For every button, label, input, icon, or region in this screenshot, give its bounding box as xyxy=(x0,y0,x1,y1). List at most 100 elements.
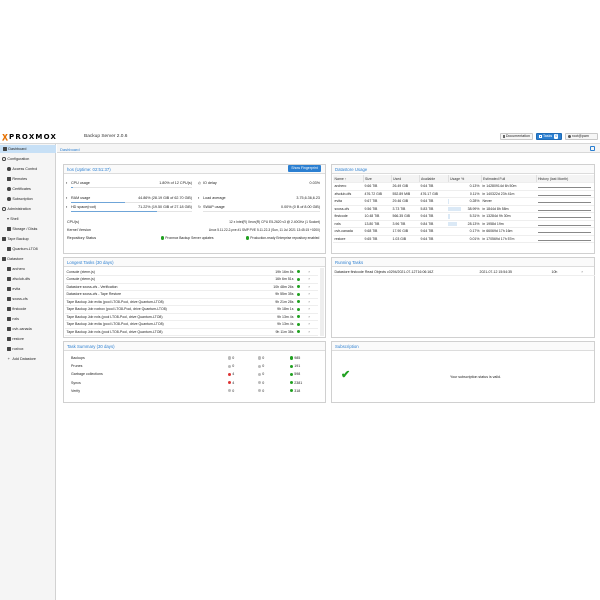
table-row[interactable]: Tape Backup Job evita (pool LTO8-Pool, d… xyxy=(65,320,318,329)
sidebar-item-datastore-evita[interactable]: evita xyxy=(0,285,56,293)
chevron-right-icon[interactable]: › xyxy=(307,313,318,321)
summary-count-errors[interactable]: 4 xyxy=(228,372,234,376)
sidebar-item-dashboard[interactable]: Dashboard xyxy=(0,145,56,153)
cell-usage: 0.11% xyxy=(448,190,481,198)
summary-count-errors[interactable]: 0 xyxy=(228,356,234,360)
summary-row[interactable]: Verify 0 0 318 xyxy=(64,388,326,395)
datastore-usage-title: Datastore Usage xyxy=(335,166,368,172)
summary-row[interactable]: Prunes 0 0 191 xyxy=(64,363,326,370)
summary-count-warnings[interactable]: 0 xyxy=(258,356,264,360)
table-row[interactable]: Console (xterm.js) 16h 6m 51s › xyxy=(65,275,318,284)
table-row[interactable]: Tape Backup Job nxls (pool LTO8-Pool, dr… xyxy=(65,313,318,321)
host-status-header: hos (Uptime: 02:51:37) xyxy=(64,165,325,174)
sidebar-item-quantum-lto8[interactable]: Quantum-LTO8 xyxy=(0,245,56,253)
cell-history-sparkline xyxy=(536,227,594,236)
ram-label: RAM usage xyxy=(71,196,91,200)
chevron-right-icon[interactable]: › xyxy=(307,275,318,284)
longest-tasks-scrollbar[interactable] xyxy=(320,268,324,336)
sidebar-item-configuration[interactable]: Configuration xyxy=(0,155,56,163)
sidebar-item-datastore[interactable]: Datastore xyxy=(0,255,56,263)
summary-count-ok[interactable]: 985 xyxy=(290,356,300,360)
summary-count-warnings[interactable]: 0 xyxy=(258,372,264,376)
table-row[interactable]: evita 9.67 TiB 29.46 GiB 9.64 TiB 0.28% Never xyxy=(333,197,594,206)
column-header[interactable]: Used xyxy=(391,175,420,183)
summary-row[interactable]: Garbage collections 4 0 598 xyxy=(64,371,326,378)
chevron-right-icon[interactable]: › xyxy=(580,268,595,276)
sidebar-item-access-control[interactable]: Access Control xyxy=(0,165,56,173)
sidebar-item-shell[interactable]: Shell xyxy=(0,215,56,223)
help-icon[interactable] xyxy=(590,146,595,151)
table-row[interactable]: nxls 13.80 TiB 3.96 TiB 9.84 TiB 28.13% in 19… xyxy=(333,220,594,228)
chevron-right-icon[interactable]: › xyxy=(307,268,318,276)
sidebar-item-datastore-roxbox[interactable]: roxbox xyxy=(0,345,56,353)
status-ok-icon xyxy=(295,268,307,276)
chevron-right-icon[interactable]: › xyxy=(307,290,318,299)
sidebar-item-remotes[interactable]: Remotes xyxy=(0,175,56,183)
table-row[interactable]: Tape Backup Job evita (pool LTO8-Pool, d… xyxy=(65,335,318,337)
summary-count-errors[interactable]: 0 xyxy=(228,364,234,368)
sidebar-item-tape-backup[interactable]: Tape Backup xyxy=(0,235,56,243)
table-row[interactable]: archero 9.66 TiB 26.49 GiB 9.64 TiB 0.13% in … xyxy=(333,182,594,191)
chevron-right-icon[interactable]: › xyxy=(307,305,318,314)
cell-size: 9.66 TiB xyxy=(363,182,391,191)
sidebar-item-add-datastore[interactable]: + Add Datastore xyxy=(0,355,56,363)
longest-tasks-title: Longest Tasks (30 days) xyxy=(67,259,114,265)
summary-count-errors[interactable]: 0 xyxy=(228,389,234,393)
column-header[interactable]: History (last Month) xyxy=(536,175,594,183)
chevron-right-icon[interactable]: › xyxy=(307,335,318,337)
summary-count-warnings[interactable]: 0 xyxy=(258,389,264,393)
summary-count-warnings[interactable]: 0 xyxy=(258,364,264,368)
table-row[interactable]: ovh-canada 9.68 TiB 17.90 GiB 9.64 TiB 0.17%… xyxy=(333,227,594,236)
summary-count-ok[interactable]: 598 xyxy=(290,372,300,376)
sidebar-item-datastore-sxoss-cfs[interactable]: sxoss-cfs xyxy=(0,295,56,303)
table-row[interactable]: Datastore firstcode Read Objects c0294/2… xyxy=(333,268,595,276)
table-row[interactable]: Tape Backup Job nxls (pool LTO8-Pool, dr… xyxy=(65,328,318,336)
chevron-right-icon[interactable]: › xyxy=(307,283,318,291)
sidebar-item-datastore-archero[interactable]: archero xyxy=(0,265,56,273)
table-row[interactable]: Datastore sxoss-cfs - Verification 10h 48… xyxy=(65,283,318,291)
column-header[interactable]: Name ↑ xyxy=(333,175,364,183)
sidebar-item-datastore-zfsclub-dfs[interactable]: zfsclub-dfs xyxy=(0,275,56,283)
sidebar-item-datastore-nxls[interactable]: nxls xyxy=(0,315,56,323)
proxmox-logo[interactable]: PROXMOX xyxy=(2,133,57,141)
table-row[interactable]: Console (xterm.js) 19h 16m 8s › xyxy=(65,268,318,276)
sidebar-item-datastore-restore[interactable]: restore xyxy=(0,335,56,343)
summary-row[interactable]: Backups 0 0 985 xyxy=(64,355,326,362)
table-row[interactable]: Tape Backup Job roxbox (pool LTO8-Pool, … xyxy=(65,305,318,314)
table-row[interactable]: Datastore sxoss-cfs - Tape Restore 9h 55m… xyxy=(65,290,318,299)
sidebar-item-datastore-ovh-canada[interactable]: ovh-canada xyxy=(0,325,56,333)
summary-count-warnings[interactable]: 0 xyxy=(258,381,264,385)
show-fingerprint-button[interactable]: Show Fingerprint xyxy=(288,165,321,172)
column-header[interactable]: Size xyxy=(363,175,392,183)
table-row[interactable]: Tape Backup Job evita (pool LTO8-Pool, d… xyxy=(65,298,318,306)
column-header[interactable]: Estimated Full xyxy=(481,175,537,183)
chevron-right-icon[interactable]: › xyxy=(307,328,318,336)
usage-text: 28.13% xyxy=(467,221,480,226)
task-name: Tape Backup Job nxls (pool LTO8-Pool, dr… xyxy=(65,328,255,336)
sidebar-item-storage-disks[interactable]: Storage / Disks xyxy=(0,225,56,233)
table-row[interactable]: zfsclub-dfs 476.72 GiB 552.89 MiB 476.17 Gi… xyxy=(333,190,594,198)
hdd-icon: ▪ xyxy=(66,205,68,209)
summary-count-ok[interactable]: 318 xyxy=(290,389,300,393)
tasks-button[interactable]: Tasks 0 xyxy=(536,133,562,140)
sidebar-item-subscription[interactable]: Subscription xyxy=(0,195,56,203)
user-menu-button[interactable]: root@pam xyxy=(565,133,598,140)
summary-count-ok[interactable]: 191 xyxy=(290,364,300,368)
check-icon xyxy=(290,380,294,385)
documentation-button[interactable]: Documentation xyxy=(500,133,533,140)
sidebar-item-certificates[interactable]: Certificates xyxy=(0,185,56,193)
cell-history-sparkline xyxy=(536,235,594,243)
table-row[interactable]: sxoss-cfs 9.56 TiB 3.73 TiB 5.83 TiB 38.99% i… xyxy=(333,205,594,213)
sidebar-item-datastore-firstcode[interactable]: firstcode xyxy=(0,305,56,313)
column-header[interactable]: Usage % xyxy=(448,175,482,183)
sidebar-item-administration[interactable]: Administration xyxy=(0,205,56,213)
table-row[interactable]: restore 9.65 TiB 1.03 GiB 9.64 TiB 0.01% in 1… xyxy=(333,235,594,243)
table-row[interactable]: firstcode 10.48 TiB 566.35 GiB 9.64 TiB 5.31… xyxy=(333,212,594,221)
summary-row[interactable]: Syncs 4 0 2381 xyxy=(64,380,326,387)
chevron-right-icon[interactable]: › xyxy=(307,320,318,329)
summary-count-ok[interactable]: 2381 xyxy=(290,381,302,385)
subscription-title: Subscription xyxy=(335,343,359,349)
summary-count-errors[interactable]: 4 xyxy=(228,381,234,385)
chevron-right-icon[interactable]: › xyxy=(307,298,318,306)
column-header[interactable]: Available xyxy=(419,175,449,183)
